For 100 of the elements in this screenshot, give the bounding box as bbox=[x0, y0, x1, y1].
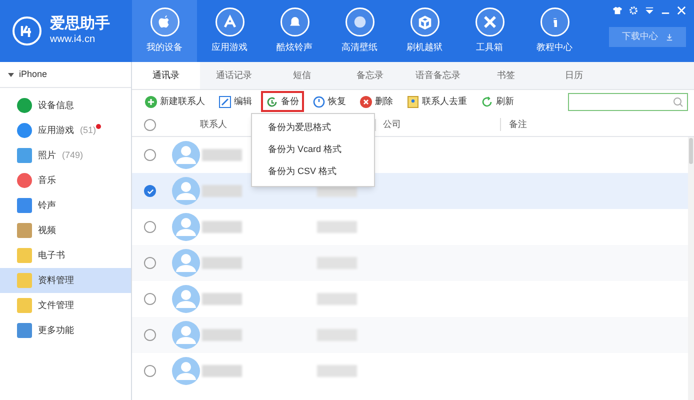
download-icon bbox=[666, 34, 673, 40]
tab[interactable]: 短信 bbox=[268, 62, 336, 89]
item-count: (749) bbox=[62, 148, 84, 162]
sidebar-item[interactable]: 电子书 bbox=[0, 243, 131, 268]
sidebar-item[interactable]: 应用游戏 (51) bbox=[0, 118, 131, 143]
column-header: 公司 bbox=[383, 118, 402, 131]
row-checkbox[interactable] bbox=[144, 365, 156, 377]
item-count: (51) bbox=[80, 124, 96, 137]
nav-tab[interactable]: 高清壁纸 bbox=[327, 0, 392, 62]
contact-card-icon bbox=[407, 96, 419, 108]
tab[interactable]: 通话记录 bbox=[200, 62, 268, 89]
row-checkbox[interactable] bbox=[144, 149, 156, 161]
menu-item[interactable]: 备份为 Vcard 格式 bbox=[252, 139, 374, 161]
sidebar-item[interactable]: 文件管理 bbox=[0, 293, 131, 318]
sidebar-item[interactable]: 设备信息 bbox=[0, 93, 131, 118]
nav-tab[interactable]: 我的设备 bbox=[132, 0, 197, 62]
menu-item[interactable]: 备份为爱思格式 bbox=[252, 117, 374, 139]
close-icon[interactable] bbox=[677, 6, 686, 15]
sidebar-item[interactable]: 音乐 bbox=[0, 168, 131, 193]
nav-tab[interactable]: 教程中心 bbox=[522, 0, 587, 62]
blurred-name bbox=[202, 365, 242, 377]
nav-tab[interactable]: 工具箱 bbox=[457, 0, 522, 62]
sidebar-item[interactable]: 视频 bbox=[0, 218, 131, 243]
menu-icon[interactable] bbox=[645, 6, 654, 15]
tab[interactable]: 书签 bbox=[472, 62, 540, 89]
device-header[interactable]: iPhone bbox=[0, 62, 131, 88]
toolbar-button[interactable]: 编辑 bbox=[214, 91, 257, 112]
blurred-name bbox=[202, 185, 242, 197]
backup-icon bbox=[266, 96, 278, 108]
sidebar-label: 照片 bbox=[38, 148, 56, 162]
row-checkbox[interactable] bbox=[144, 329, 156, 341]
contact-row[interactable] bbox=[132, 317, 688, 353]
tab[interactable]: 语音备忘录 bbox=[404, 62, 472, 89]
sidebar-label: 设备信息 bbox=[38, 98, 74, 112]
sidebar-label: 音乐 bbox=[38, 174, 56, 187]
blurred-name bbox=[202, 293, 242, 305]
sidebar-label: 视频 bbox=[38, 224, 56, 237]
contact-row[interactable] bbox=[132, 245, 688, 281]
nav-tab[interactable]: 刷机越狱 bbox=[392, 0, 457, 62]
check-icon bbox=[146, 188, 154, 194]
nav-tab[interactable]: 酷炫铃声 bbox=[262, 0, 327, 62]
avatar-icon bbox=[172, 213, 200, 241]
shirt-icon[interactable] bbox=[613, 6, 622, 15]
restore-icon bbox=[313, 96, 325, 108]
sidebar-label: 应用游戏 bbox=[38, 124, 74, 137]
toolbar-button[interactable]: 备份 bbox=[261, 91, 304, 112]
blurred-text bbox=[317, 329, 357, 341]
scrollbar-thumb[interactable] bbox=[689, 138, 693, 164]
row-checkbox[interactable] bbox=[144, 221, 156, 233]
avatar-icon bbox=[172, 249, 200, 277]
settings-icon[interactable] bbox=[629, 6, 638, 15]
tab[interactable]: 日历 bbox=[540, 62, 608, 89]
app-name: 爱思助手 bbox=[50, 15, 110, 34]
edit-icon bbox=[219, 96, 231, 108]
column-header: 联系人 bbox=[200, 118, 227, 131]
menu-item[interactable]: 备份为 CSV 格式 bbox=[252, 161, 374, 183]
sidebar-item[interactable]: 照片 (749) bbox=[0, 143, 131, 168]
sidebar-label: 铃声 bbox=[38, 198, 56, 212]
delete-icon bbox=[360, 96, 372, 108]
avatar-icon bbox=[172, 321, 200, 349]
column-header: 备注 bbox=[500, 118, 527, 132]
caret-icon bbox=[8, 72, 14, 76]
add-icon bbox=[145, 96, 157, 108]
apple-icon bbox=[150, 7, 180, 38]
sidebar-item[interactable]: 更多功能 bbox=[0, 318, 131, 343]
box-icon bbox=[410, 7, 440, 38]
refresh-icon bbox=[481, 96, 493, 108]
blurred-text bbox=[317, 293, 357, 305]
toolbar-button[interactable]: 刷新 bbox=[476, 91, 519, 112]
toolbar-button[interactable]: 新建联系人 bbox=[140, 91, 210, 112]
blurred-text bbox=[317, 221, 357, 233]
sidebar-item[interactable]: 资料管理 bbox=[0, 268, 131, 293]
app-url: www.i4.cn bbox=[50, 34, 96, 47]
search-field[interactable] bbox=[568, 92, 688, 110]
row-checkbox[interactable] bbox=[144, 257, 156, 269]
search-icon bbox=[673, 96, 683, 106]
avatar-icon bbox=[172, 357, 200, 385]
avatar-icon bbox=[172, 141, 200, 169]
blurred-text bbox=[317, 257, 357, 269]
sidebar-item[interactable]: 铃声 bbox=[0, 193, 131, 218]
tab[interactable]: 通讯录 bbox=[132, 62, 200, 89]
sidebar-label: 更多功能 bbox=[38, 324, 74, 337]
row-checkbox[interactable] bbox=[144, 293, 156, 305]
select-all-radio[interactable] bbox=[144, 118, 156, 130]
apps-icon bbox=[214, 7, 244, 38]
toolbar-button[interactable]: 联系人去重 bbox=[402, 91, 472, 112]
blurred-name bbox=[202, 149, 242, 161]
row-checkbox[interactable] bbox=[144, 185, 156, 197]
sidebar-label: 资料管理 bbox=[38, 274, 74, 287]
avatar-icon bbox=[172, 177, 200, 205]
avatar-icon bbox=[172, 285, 200, 313]
toolbar-button[interactable]: 恢复 bbox=[308, 91, 351, 112]
toolbar-button[interactable]: 删除 bbox=[355, 91, 398, 112]
blurred-name bbox=[202, 329, 242, 341]
blurred-name bbox=[202, 257, 242, 269]
blurred-name bbox=[202, 221, 242, 233]
sidebar-label: 电子书 bbox=[38, 248, 65, 262]
nav-tab[interactable]: 应用游戏 bbox=[197, 0, 262, 62]
tab[interactable]: 备忘录 bbox=[336, 62, 404, 89]
app-logo-icon bbox=[12, 16, 42, 46]
